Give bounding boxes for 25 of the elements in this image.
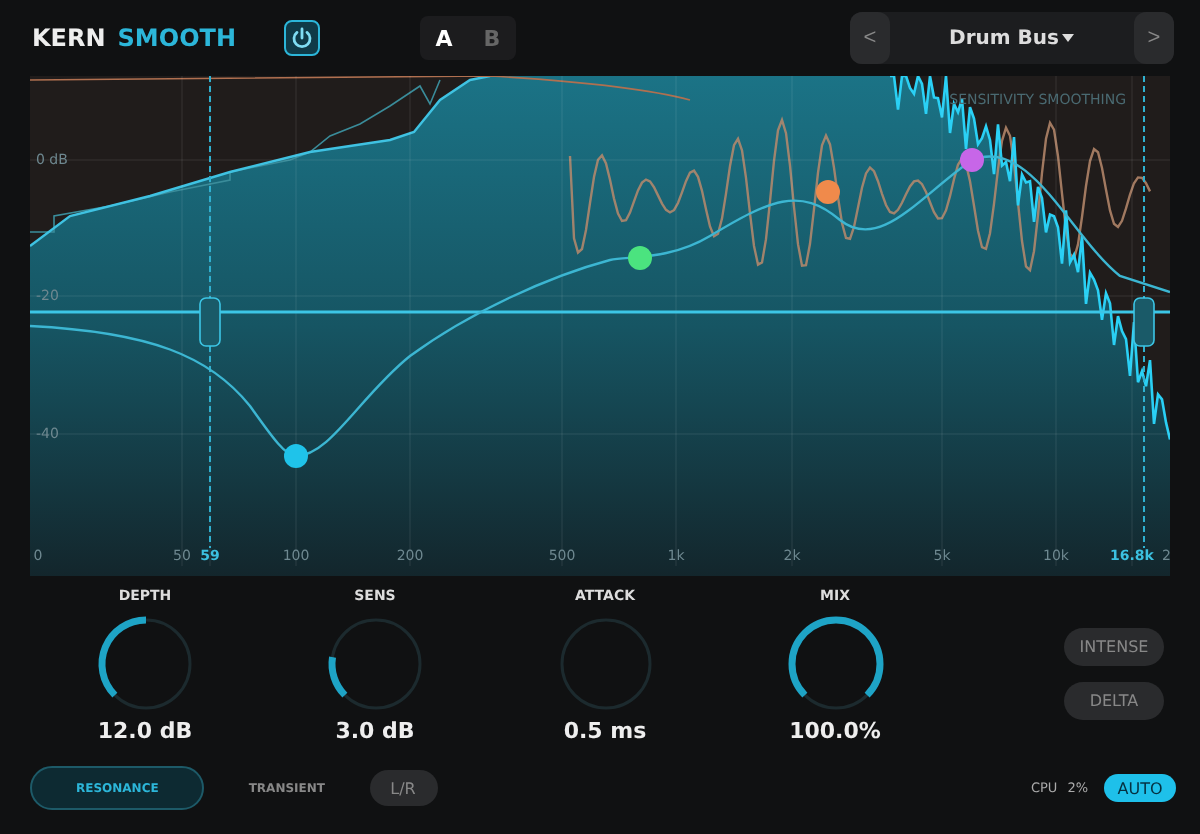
ab-tab[interactable]: B — [468, 16, 516, 60]
knob-value: 0.5 ms — [563, 718, 647, 744]
lr-button[interactable]: L/R — [369, 770, 437, 806]
power-icon — [290, 26, 314, 50]
caret-icon — [1062, 34, 1075, 42]
knob-value: 12.0 dB — [97, 718, 193, 744]
band-handle[interactable] — [199, 297, 221, 347]
band-handle[interactable] — [1133, 297, 1155, 347]
ab-tab[interactable]: A — [420, 16, 468, 60]
power-button[interactable] — [284, 20, 320, 56]
knob-value: 100.0% — [789, 718, 881, 744]
auto-button[interactable]: AUTO — [1104, 774, 1176, 802]
threshold-line[interactable] — [30, 310, 1170, 314]
toggle-button[interactable]: DELTA — [1064, 682, 1164, 720]
preset-name[interactable]: Drum Bus — [949, 27, 1059, 49]
eq-node[interactable] — [628, 246, 652, 270]
mode-name: SMOOTH — [117, 24, 236, 52]
eq-node[interactable] — [284, 444, 308, 468]
eq-node[interactable] — [960, 148, 984, 172]
next-preset-button[interactable]: > — [1134, 12, 1174, 64]
toggle-button[interactable]: INTENSE — [1064, 628, 1164, 666]
knob-value: 3.0 dB — [335, 718, 415, 744]
brand-name: KERN — [32, 24, 106, 52]
eq-node[interactable] — [816, 180, 840, 204]
previous-preset-button[interactable]: < — [850, 12, 890, 64]
